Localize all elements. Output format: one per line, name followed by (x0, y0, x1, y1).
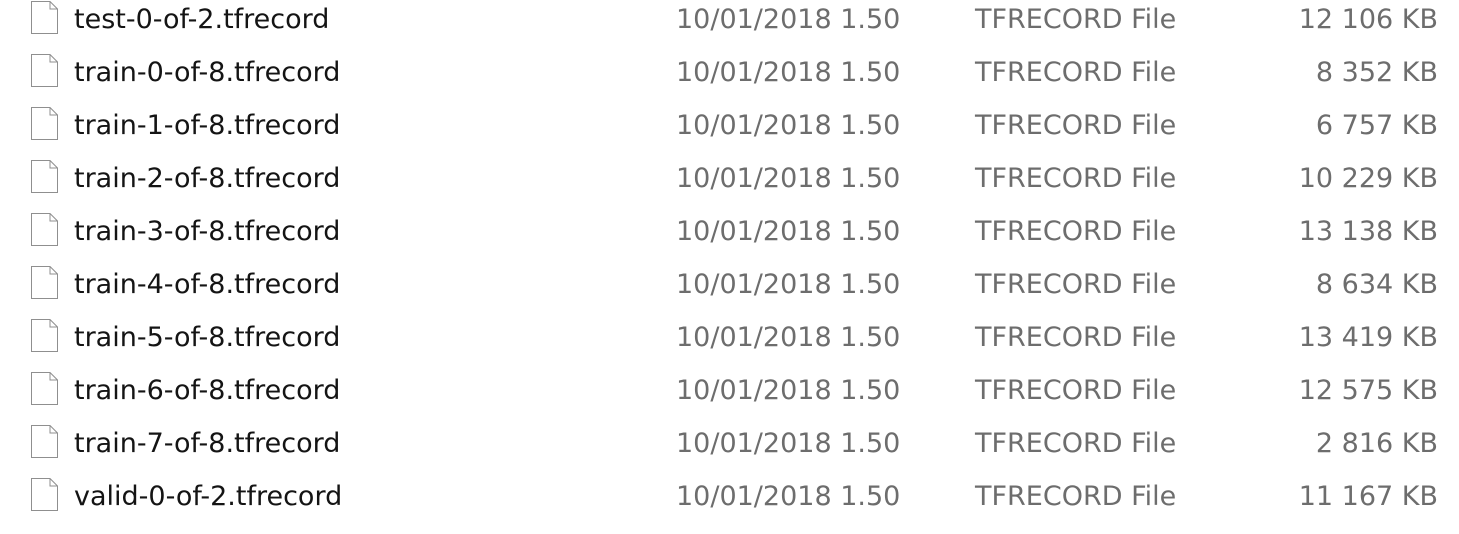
file-name[interactable]: train-0-of-8.tfrecord (74, 53, 340, 93)
file-type: TFRECORD File (975, 481, 1177, 512)
file-size: 8 634 KB (1315, 269, 1438, 300)
file-date-modified: 10/01/2018 1.50 (676, 322, 901, 353)
file-icon (31, 1, 58, 34)
file-icon (31, 160, 58, 193)
file-date-modified: 10/01/2018 1.50 (676, 269, 901, 300)
file-row[interactable]: train-0-of-8.tfrecord 10/01/2018 1.50 TF… (0, 53, 1459, 106)
file-type: TFRECORD File (975, 375, 1177, 406)
file-icon (31, 54, 58, 87)
file-date-modified: 10/01/2018 1.50 (676, 57, 901, 88)
file-date-modified: 10/01/2018 1.50 (676, 375, 901, 406)
file-size: 6 757 KB (1315, 110, 1438, 141)
file-size: 13 138 KB (1298, 216, 1438, 247)
file-size: 12 575 KB (1298, 375, 1438, 406)
file-row[interactable]: train-7-of-8.tfrecord 10/01/2018 1.50 TF… (0, 424, 1459, 477)
file-date-modified: 10/01/2018 1.50 (676, 481, 901, 512)
file-size: 12 106 KB (1298, 4, 1438, 35)
file-name[interactable]: valid-0-of-2.tfrecord (74, 477, 342, 517)
file-row[interactable]: valid-0-of-2.tfrecord 10/01/2018 1.50 TF… (0, 477, 1459, 530)
file-name[interactable]: train-4-of-8.tfrecord (74, 265, 340, 305)
file-size: 13 419 KB (1298, 322, 1438, 353)
file-name[interactable]: train-2-of-8.tfrecord (74, 159, 340, 199)
file-name[interactable]: test-0-of-2.tfrecord (74, 0, 329, 40)
file-type: TFRECORD File (975, 57, 1177, 88)
file-date-modified: 10/01/2018 1.50 (676, 110, 901, 141)
file-row[interactable]: train-4-of-8.tfrecord 10/01/2018 1.50 TF… (0, 265, 1459, 318)
file-icon (31, 213, 58, 246)
file-type: TFRECORD File (975, 216, 1177, 247)
file-icon (31, 478, 58, 511)
file-row[interactable]: train-5-of-8.tfrecord 10/01/2018 1.50 TF… (0, 318, 1459, 371)
file-row[interactable]: train-2-of-8.tfrecord 10/01/2018 1.50 TF… (0, 159, 1459, 212)
file-date-modified: 10/01/2018 1.50 (676, 428, 901, 459)
file-list: test-0-of-2.tfrecord 10/01/2018 1.50 TFR… (0, 0, 1459, 530)
file-icon (31, 319, 58, 352)
file-type: TFRECORD File (975, 110, 1177, 141)
file-icon (31, 425, 58, 458)
file-name[interactable]: train-5-of-8.tfrecord (74, 318, 340, 358)
file-icon (31, 107, 58, 140)
file-type: TFRECORD File (975, 428, 1177, 459)
file-row[interactable]: train-1-of-8.tfrecord 10/01/2018 1.50 TF… (0, 106, 1459, 159)
file-row[interactable]: test-0-of-2.tfrecord 10/01/2018 1.50 TFR… (0, 0, 1459, 53)
file-size: 8 352 KB (1315, 57, 1438, 88)
file-type: TFRECORD File (975, 163, 1177, 194)
file-type: TFRECORD File (975, 322, 1177, 353)
file-row[interactable]: train-3-of-8.tfrecord 10/01/2018 1.50 TF… (0, 212, 1459, 265)
file-size: 11 167 KB (1298, 481, 1438, 512)
file-name[interactable]: train-1-of-8.tfrecord (74, 106, 340, 146)
file-icon (31, 372, 58, 405)
file-type: TFRECORD File (975, 269, 1177, 300)
file-type: TFRECORD File (975, 4, 1177, 35)
file-date-modified: 10/01/2018 1.50 (676, 4, 901, 35)
file-size: 2 816 KB (1315, 428, 1438, 459)
file-name[interactable]: train-6-of-8.tfrecord (74, 371, 340, 411)
file-date-modified: 10/01/2018 1.50 (676, 163, 901, 194)
file-name[interactable]: train-3-of-8.tfrecord (74, 212, 340, 252)
file-date-modified: 10/01/2018 1.50 (676, 216, 901, 247)
file-icon (31, 266, 58, 299)
file-name[interactable]: train-7-of-8.tfrecord (74, 424, 340, 464)
file-size: 10 229 KB (1298, 163, 1438, 194)
file-row[interactable]: train-6-of-8.tfrecord 10/01/2018 1.50 TF… (0, 371, 1459, 424)
